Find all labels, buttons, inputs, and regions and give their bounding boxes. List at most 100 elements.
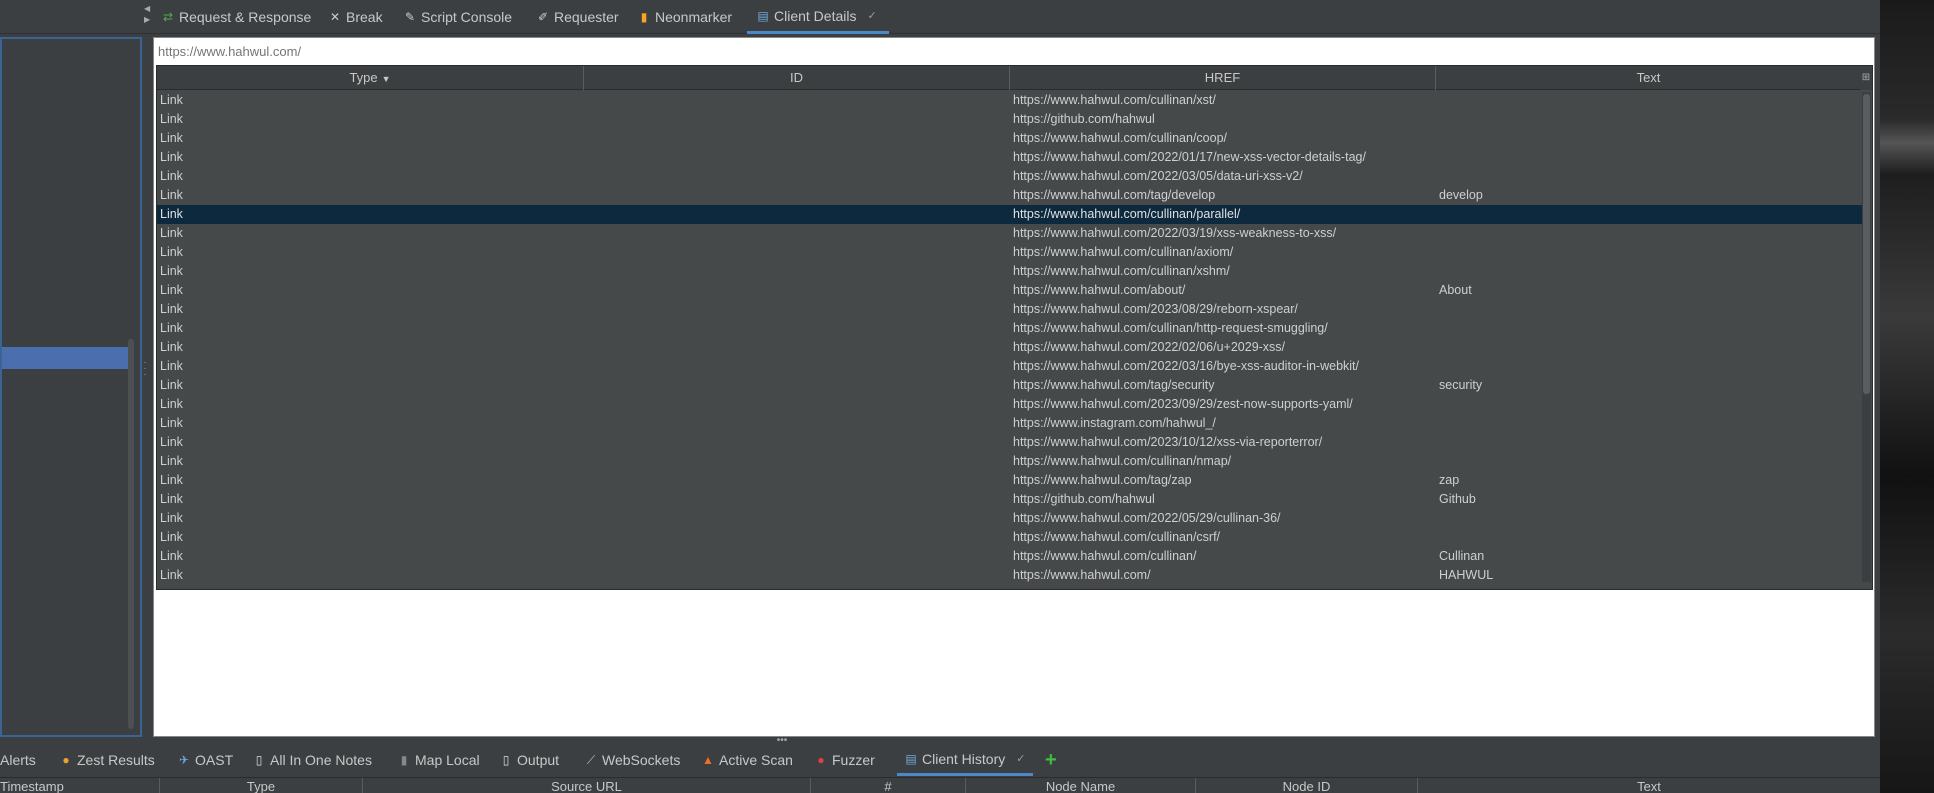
- table-row[interactable]: Link https://www.hahwul.com/cullinan/axio…: [157, 243, 1862, 262]
- column-header-label: Type: [349, 70, 378, 85]
- column-header-type[interactable]: Type ▼: [157, 66, 584, 90]
- table-row[interactable]: Link https://www.hahwul.com/cullinan/xshm…: [157, 262, 1862, 281]
- tab-zest-results[interactable]: ● Zest Results: [60, 744, 154, 776]
- column-header-source-url[interactable]: Source URL: [363, 778, 811, 793]
- column-header-node-name[interactable]: Node Name: [966, 778, 1196, 793]
- tab-all-in-one-notes[interactable]: ▯ All In One Notes: [253, 744, 372, 776]
- tab-websockets[interactable]: ⟋ WebSockets: [585, 744, 681, 776]
- tab-map-local[interactable]: ▮ Map Local: [398, 744, 480, 776]
- table-row[interactable]: Link https://www.hahwul.com/2023/10/12/xs…: [157, 433, 1862, 452]
- table-row[interactable]: Link https://www.hahwul.com/cullinan/coop…: [157, 129, 1862, 148]
- column-header-timestamp[interactable]: Timestamp: [0, 778, 160, 793]
- fuzzer-icon: ●: [817, 753, 825, 767]
- table-row[interactable]: Link https://www.hahwul.com/tag/security s…: [157, 376, 1862, 395]
- tab-fuzzer[interactable]: ● Fuzzer: [815, 744, 874, 776]
- cell-href: https://www.hahwul.com/2022/03/05/data-u…: [1013, 169, 1303, 183]
- cell-id: [584, 566, 1010, 585]
- cell-type: Link: [160, 340, 183, 354]
- cell-id: [584, 490, 1010, 509]
- tab-request-response[interactable]: ⇄ Request & Response: [162, 0, 311, 34]
- tab-label: Request & Response: [179, 9, 312, 25]
- column-header-node-id[interactable]: Node ID: [1196, 778, 1418, 793]
- cell-id: [584, 338, 1010, 357]
- cell-id: [584, 262, 1010, 281]
- cell-href: https://www.hahwul.com/2023/10/12/xss-vi…: [1013, 435, 1323, 449]
- tree-selected-item[interactable]: [2, 347, 130, 369]
- column-header-href[interactable]: HREF: [1010, 66, 1436, 90]
- cell-id: [584, 528, 1010, 547]
- cell-href: https://www.hahwul.com/cullinan/: [1013, 549, 1197, 563]
- add-tab-button[interactable]: +: [1045, 744, 1057, 776]
- script-icon: ✎: [404, 10, 416, 24]
- tab-oast[interactable]: ✈ OAST: [178, 744, 233, 776]
- table-row[interactable]: Link https://www.hahwul.com/cullinan/para…: [157, 205, 1862, 224]
- tab-neonmarker[interactable]: ▮ Neonmarker: [638, 0, 732, 34]
- left-panel-scrollbar[interactable]: [128, 339, 134, 729]
- table-row[interactable]: Link https://www.hahwul.com/cullinan/nmap…: [157, 452, 1862, 471]
- table-row[interactable]: Link https://www.hahwul.com/cullinan/xst/: [157, 91, 1862, 110]
- sort-desc-icon: ▼: [381, 74, 391, 84]
- cell-type: Link: [160, 359, 183, 373]
- cell-type: Link: [160, 207, 183, 221]
- column-header-text[interactable]: Text: [1418, 778, 1880, 793]
- tab-break[interactable]: ✕ Break: [329, 0, 383, 34]
- vertical-splitter-handle[interactable]: · · ·: [142, 358, 148, 380]
- table-row[interactable]: Link https://github.com/hahwul Github: [157, 490, 1862, 509]
- table-row[interactable]: Link https://www.hahwul.com/2022/01/17/ne…: [157, 148, 1862, 167]
- cell-type: Link: [160, 112, 183, 126]
- table-row[interactable]: Link https://www.hahwul.com/2022/02/06/u+…: [157, 338, 1862, 357]
- tab-client-details[interactable]: ▤ Client Details ✓: [747, 0, 889, 34]
- requester-icon: ✐: [537, 10, 549, 24]
- tab-requester[interactable]: ✐ Requester: [537, 0, 619, 34]
- cell-type: Link: [160, 321, 183, 335]
- table-row[interactable]: Link https://www.hahwul.com/2022/03/05/da…: [157, 167, 1862, 186]
- table-row[interactable]: Link https://www.hahwul.com/tag/zap zap: [157, 471, 1862, 490]
- cell-id: [584, 547, 1010, 566]
- tab-active-scan[interactable]: ▲ Active Scan: [702, 744, 793, 776]
- url-field[interactable]: [156, 40, 1872, 62]
- scrollbar-thumb[interactable]: [1863, 94, 1870, 394]
- tab-label: OAST: [195, 752, 234, 768]
- table-row[interactable]: Link https://www.hahwul.com/2023/08/29/re…: [157, 300, 1862, 319]
- cell-href: https://www.hahwul.com/2022/01/17/new-xs…: [1013, 150, 1366, 164]
- cell-text: [1436, 528, 1862, 547]
- table-row[interactable]: Link https://www.hahwul.com/2023/09/29/ze…: [157, 395, 1862, 414]
- cell-text: develop: [1439, 188, 1483, 202]
- tab-output[interactable]: ▯ Output: [500, 744, 559, 776]
- cell-href: https://www.hahwul.com/cullinan/axiom/: [1013, 245, 1234, 259]
- tab-client-history[interactable]: ▤ Client History ✓: [897, 744, 1034, 776]
- column-header-text[interactable]: Text: [1436, 66, 1862, 90]
- tab-label: Active Scan: [719, 752, 793, 768]
- cell-href: https://www.hahwul.com/2022/05/29/cullin…: [1013, 511, 1281, 525]
- cell-id: [584, 281, 1010, 300]
- table-row[interactable]: Link https://www.hahwul.com/HAHWUL: [157, 566, 1862, 585]
- table-row[interactable]: Link https://www.hahwul.com/cullinan/Cull…: [157, 547, 1862, 566]
- column-header-type[interactable]: Type: [160, 778, 363, 793]
- tab-scroll-arrows[interactable]: ◀ ▶: [144, 3, 152, 29]
- cell-href: https://www.hahwul.com/cullinan/parallel…: [1013, 207, 1241, 221]
- cell-type: Link: [160, 264, 183, 278]
- cell-type: Link: [160, 245, 183, 259]
- tab-alerts[interactable]: Alerts: [0, 744, 36, 776]
- column-header-id[interactable]: ID: [584, 66, 1010, 90]
- table-row[interactable]: Link https://www.instagram.com/hahwul_/: [157, 414, 1862, 433]
- table-row[interactable]: Link https://github.com/hahwul: [157, 110, 1862, 129]
- tab-script-console[interactable]: ✎ Script Console: [404, 0, 512, 34]
- table-row[interactable]: Link https://www.hahwul.com/cullinan/http…: [157, 319, 1862, 338]
- column-chooser-icon[interactable]: ⊞: [1860, 66, 1872, 90]
- column-header-number[interactable]: #: [811, 778, 966, 793]
- cell-id: [584, 110, 1010, 129]
- pin-check-icon[interactable]: ✓: [867, 9, 876, 22]
- table-row[interactable]: Link https://www.hahwul.com/2022/03/19/xs…: [157, 224, 1862, 243]
- table-row[interactable]: Link https://www.hahwul.com/tag/develop de…: [157, 186, 1862, 205]
- table-vertical-scrollbar[interactable]: [1862, 92, 1871, 582]
- left-tree-panel[interactable]: [0, 37, 142, 737]
- cell-href: https://www.hahwul.com/about/: [1013, 283, 1186, 297]
- cell-text: [1436, 224, 1862, 243]
- cell-href: https://www.hahwul.com/cullinan/xst/: [1013, 93, 1216, 107]
- table-row[interactable]: Link https://www.hahwul.com/2022/05/29/cu…: [157, 509, 1862, 528]
- pin-check-icon[interactable]: ✓: [1016, 752, 1025, 765]
- table-row[interactable]: Link https://www.hahwul.com/2022/03/16/by…: [157, 357, 1862, 376]
- table-row[interactable]: Link https://www.hahwul.com/cullinan/csrf…: [157, 528, 1862, 547]
- table-row[interactable]: Link https://www.hahwul.com/about/About: [157, 281, 1862, 300]
